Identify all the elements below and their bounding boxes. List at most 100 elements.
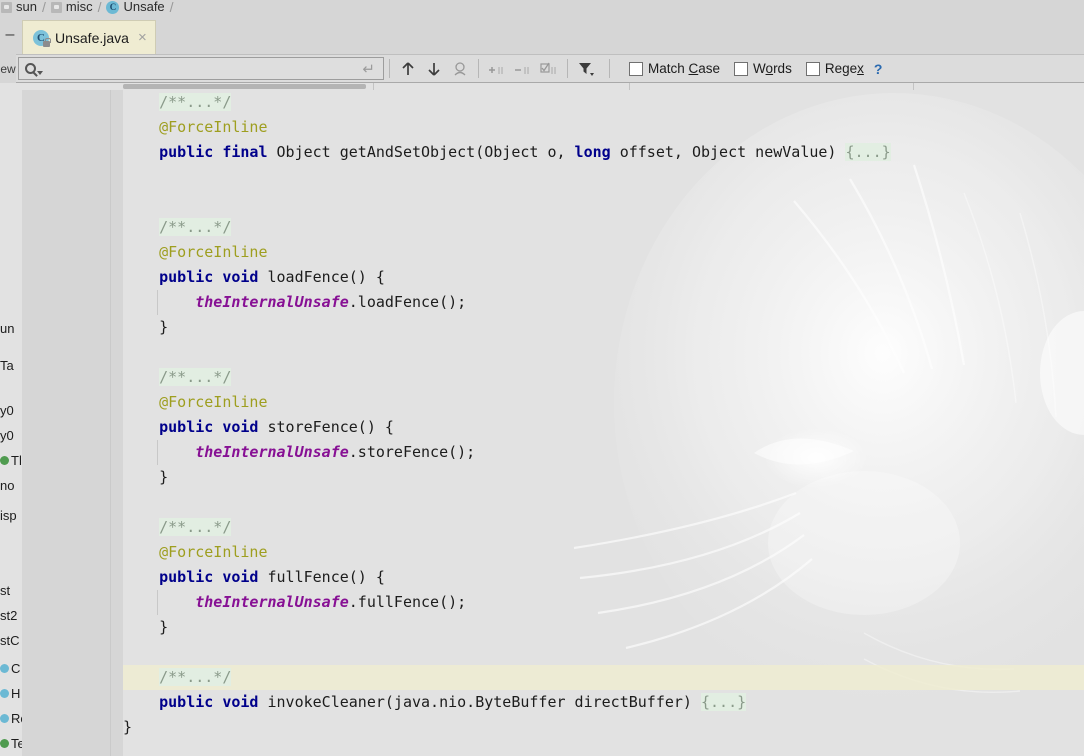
code-line[interactable]: 1168 @ForceInline xyxy=(0,115,1084,140)
tool-window-item-fragment[interactable]: Ta xyxy=(0,358,22,373)
code-token: offset, Object newValue) xyxy=(610,143,846,161)
horizontal-scrollbar[interactable] xyxy=(123,83,1084,90)
code-text: public void fullFence() { xyxy=(123,565,1084,590)
item-type-icon xyxy=(0,739,9,748)
code-line[interactable]: 1222 /**...*/ xyxy=(0,665,1084,690)
code-line[interactable]: 1169 public final Object getAndSetObject… xyxy=(0,140,1084,165)
code-line[interactable]: 1191 /**...*/ xyxy=(0,365,1084,390)
tool-window-item-fragment[interactable]: Te xyxy=(0,736,22,751)
code-line[interactable]: 1186 @ForceInline xyxy=(0,240,1084,265)
code-editor[interactable]: 1157 /**...*/1168 @ForceInline1169 publi… xyxy=(0,83,1084,756)
code-token: @ForceInline xyxy=(159,243,268,261)
breadcrumb-label: Unsafe xyxy=(123,0,165,14)
tool-window-item-fragment[interactable]: un xyxy=(0,321,22,336)
checkbox-box[interactable] xyxy=(734,61,749,76)
close-icon[interactable]: × xyxy=(135,29,147,46)
check-lines-icon[interactable] xyxy=(536,57,562,81)
regex-checkbox[interactable]: Regex xyxy=(805,61,864,76)
code-line[interactable]: 1190 xyxy=(0,340,1084,365)
code-line[interactable]: 1187 public void loadFence() { xyxy=(0,265,1084,290)
code-line[interactable]: 1205 theInternalUnsafe.storeFence(); xyxy=(0,440,1084,465)
tool-window-item-fragment[interactable]: isp xyxy=(0,508,22,523)
enter-arrow-icon[interactable]: ↵ xyxy=(362,60,383,78)
find-next-button[interactable] xyxy=(421,57,447,81)
item-label: Ta xyxy=(0,358,14,373)
code-text: public void storeFence() { xyxy=(123,415,1084,440)
code-token: /**...*/ xyxy=(159,668,232,686)
code-line[interactable]: 1174 /**...*/ xyxy=(0,215,1084,240)
code-text: public void invokeCleaner(java.nio.ByteB… xyxy=(123,690,1084,715)
search-field-container[interactable]: ↵ xyxy=(18,57,384,80)
collapse-panel-button[interactable]: – xyxy=(2,26,18,44)
code-line[interactable]: 1245} xyxy=(0,715,1084,740)
code-line[interactable]: 1203 @ForceInline xyxy=(0,390,1084,415)
code-line[interactable]: 1219 theInternalUnsafe.fullFence(); xyxy=(0,590,1084,615)
checkbox-box[interactable] xyxy=(629,61,643,76)
package-icon xyxy=(1,1,12,13)
code-line[interactable]: 1189 } xyxy=(0,315,1084,340)
match-case-checkbox[interactable]: Match Case xyxy=(629,61,720,76)
code-line[interactable]: 1157 /**...*/ xyxy=(0,90,1084,115)
code-line[interactable]: 1220 } xyxy=(0,615,1084,640)
code-line[interactable]: 1204 public void storeFence() { xyxy=(0,415,1084,440)
item-label: stC xyxy=(0,633,20,648)
toolbar-separator xyxy=(567,59,568,78)
code-line[interactable]: 1172 xyxy=(0,165,1084,190)
breadcrumb-item-sun[interactable]: sun xyxy=(0,0,38,18)
find-previous-button[interactable] xyxy=(395,57,421,81)
code-line[interactable]: 1206 } xyxy=(0,465,1084,490)
code-token: Object getAndSetObject(Object o, xyxy=(267,143,575,161)
code-line[interactable]: 1218 public void fullFence() { xyxy=(0,565,1084,590)
breadcrumb-separator: / xyxy=(41,0,46,15)
code-token: @ForceInline xyxy=(159,543,268,561)
regex-help-link[interactable]: ? xyxy=(874,61,883,77)
tool-window-item-fragment[interactable]: y0 xyxy=(0,428,22,443)
code-line[interactable]: 1188 theInternalUnsafe.loadFence(); xyxy=(0,290,1084,315)
code-line[interactable]: 1217 @ForceInline xyxy=(0,540,1084,565)
editor-tab-bar: – C Unsafe.java × xyxy=(0,18,1084,54)
code-line[interactable]: 1232@ public void invokeCleaner(java.nio… xyxy=(0,690,1084,715)
code-token: void xyxy=(222,418,259,436)
left-tool-window-fragment[interactable]: un Ta y0 y0 Tl no isp st st2 stC CH Re Te xyxy=(0,83,22,756)
tool-window-label-fragment: ew xyxy=(0,54,16,83)
item-type-icon xyxy=(0,664,9,673)
add-line-icon[interactable] xyxy=(484,57,510,81)
code-line[interactable]: 1221 xyxy=(0,640,1084,665)
editor-tab-unsafe-java[interactable]: C Unsafe.java × xyxy=(22,20,156,54)
code-line[interactable]: 1246 xyxy=(0,740,1084,756)
editor-gutter[interactable] xyxy=(22,90,123,756)
breadcrumb-item-unsafe[interactable]: C Unsafe xyxy=(105,0,165,18)
scrollbar-thumb[interactable] xyxy=(123,83,366,89)
tool-window-item-fragment[interactable]: C xyxy=(0,661,22,676)
code-token: {...} xyxy=(845,143,891,161)
tool-window-item-fragment[interactable]: y0 xyxy=(0,403,22,418)
words-checkbox[interactable]: Words xyxy=(734,61,792,76)
breadcrumb: sun / misc / C Unsafe / xyxy=(0,0,1084,18)
code-line[interactable]: 1207 xyxy=(0,490,1084,515)
tool-window-item-fragment[interactable]: st xyxy=(0,583,22,598)
find-toolbar: ew ↵ Match Case Words Regex ? xyxy=(0,54,1084,83)
editor-tab-label: Unsafe.java xyxy=(55,29,129,46)
words-label: Words xyxy=(753,61,792,76)
tool-window-item-fragment[interactable]: H xyxy=(0,686,22,701)
breadcrumb-label: sun xyxy=(16,0,37,14)
tool-window-item-fragment[interactable]: no xyxy=(0,478,22,493)
code-line[interactable]: 1208 /**...*/ xyxy=(0,515,1084,540)
tool-window-item-fragment[interactable]: Tl xyxy=(0,453,22,468)
filter-icon[interactable] xyxy=(573,57,599,81)
tool-window-item-fragment[interactable]: Re xyxy=(0,711,22,726)
tool-window-item-fragment[interactable]: stC xyxy=(0,633,22,648)
breadcrumb-item-misc[interactable]: misc xyxy=(50,0,94,18)
code-text: /**...*/ xyxy=(123,365,1084,390)
checkbox-box[interactable] xyxy=(805,61,820,76)
item-label: st xyxy=(0,583,11,598)
remove-line-icon[interactable] xyxy=(510,57,536,81)
code-line[interactable]: 1173 xyxy=(0,190,1084,215)
tool-window-item-fragment[interactable]: st2 xyxy=(0,608,22,623)
select-all-occurrences-icon[interactable] xyxy=(447,57,473,81)
search-icon[interactable] xyxy=(25,63,43,75)
search-input[interactable] xyxy=(43,58,363,79)
code-text: /**...*/ xyxy=(123,215,1084,240)
